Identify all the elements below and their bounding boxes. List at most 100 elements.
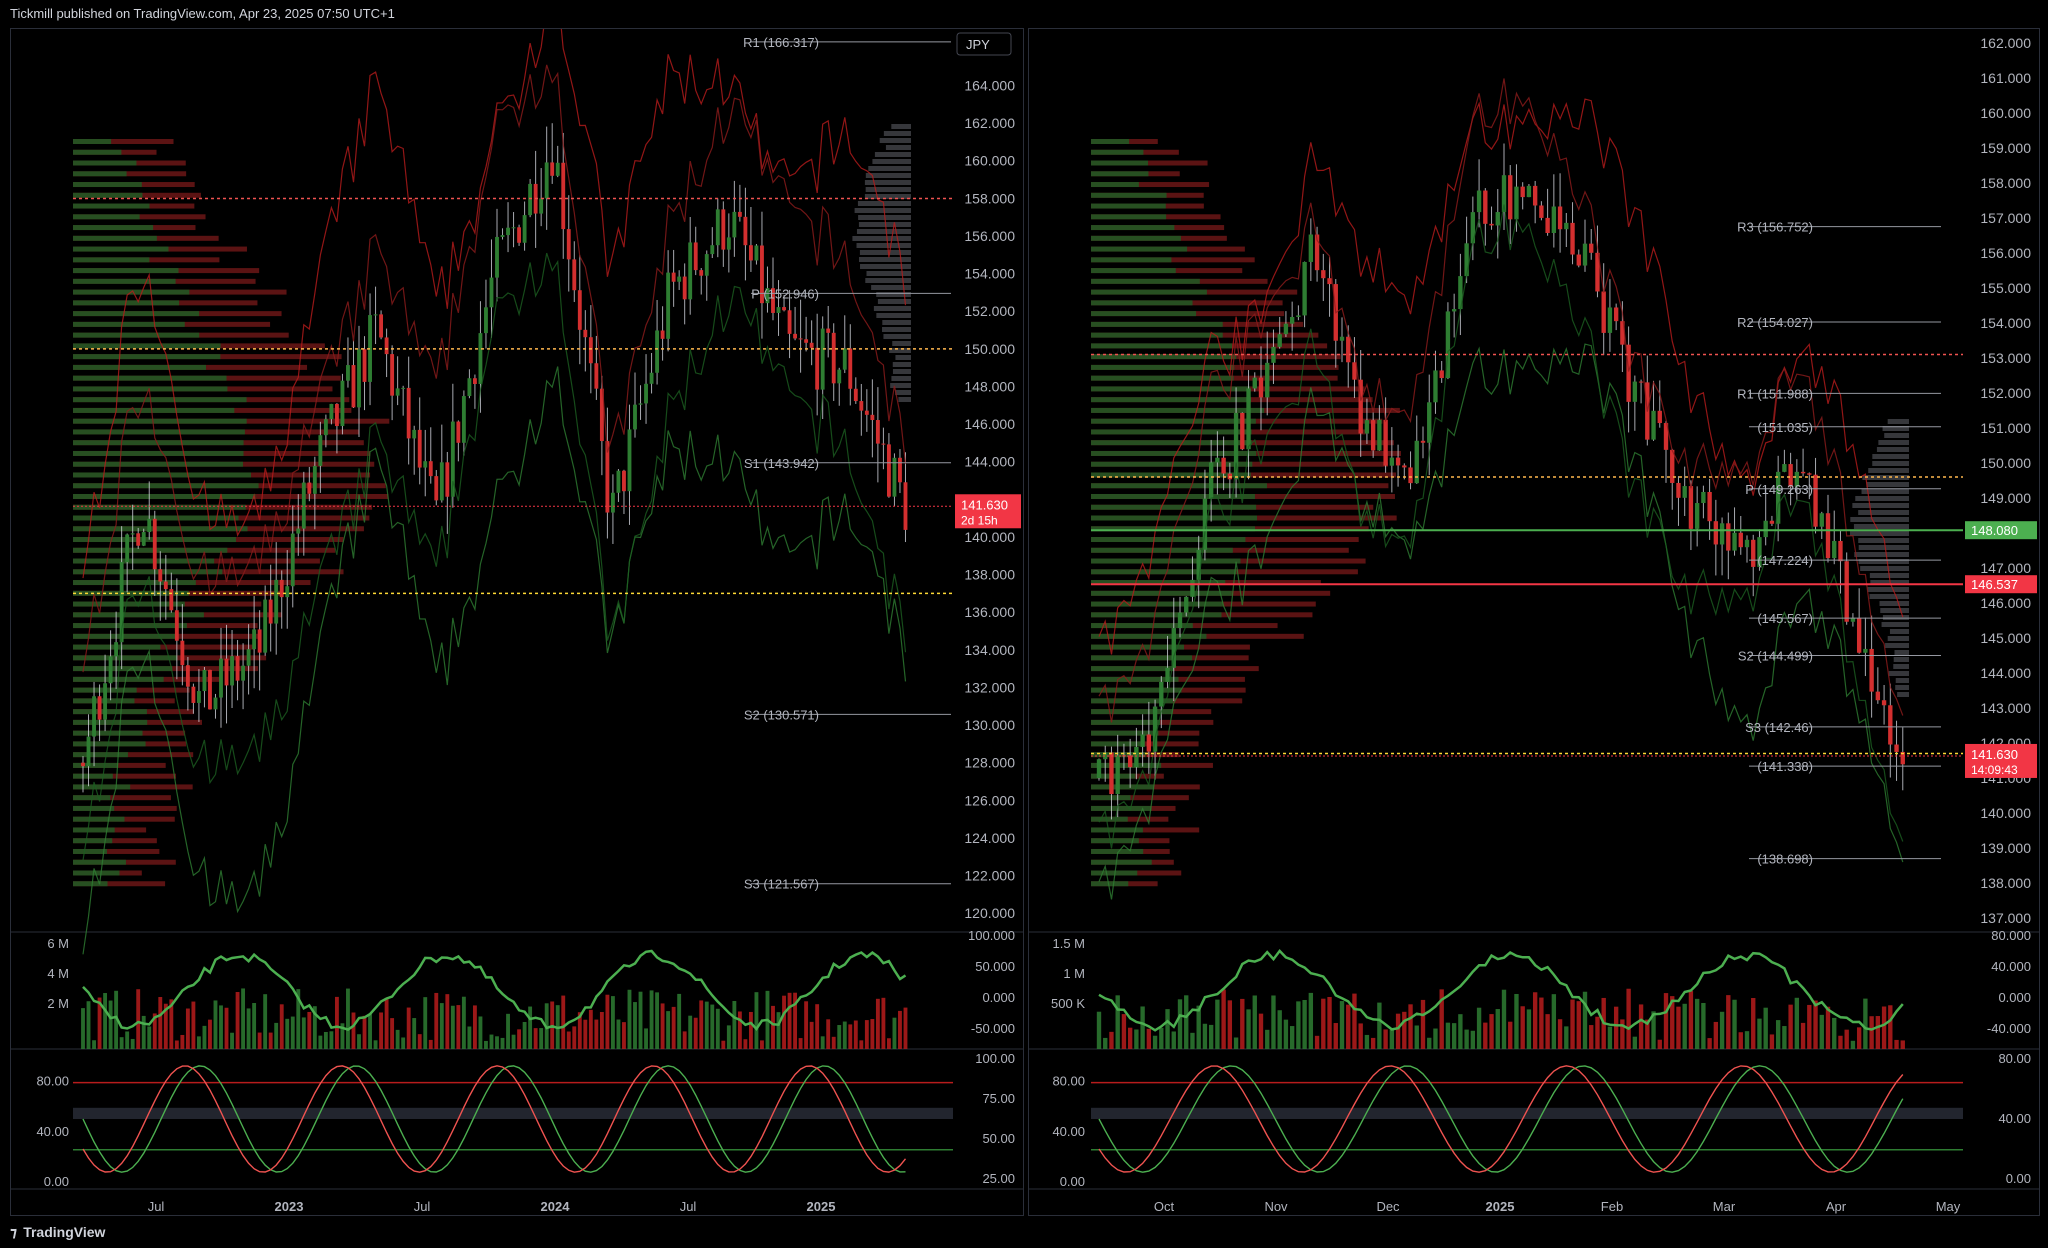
candle-body: [1096, 759, 1102, 778]
volume-bar: [1271, 995, 1276, 1049]
right-chart-panel[interactable]: 162.000 161.000 160.000 159.000 158.000 157.0…: [1028, 28, 2040, 1216]
volume-bar: [864, 1020, 869, 1049]
candle-body: [1782, 464, 1787, 472]
volume-bar: [130, 1038, 135, 1049]
volume-profile-bar: [1091, 268, 1176, 274]
volume-profile-bar: [876, 313, 911, 318]
volume-profile-bar: [73, 612, 204, 618]
volume-oscillator-axis-label: -50.000: [971, 1021, 1015, 1036]
pivot-label: (151.035): [1757, 420, 1813, 435]
candle-body: [1694, 503, 1700, 529]
candle-body: [1439, 370, 1444, 379]
candle-body: [185, 665, 190, 687]
price-tick-label: 159.000: [1980, 140, 2031, 156]
volume-profile-bar: [73, 450, 244, 456]
volume-profile-bar: [73, 149, 122, 155]
candle-body: [743, 216, 748, 246]
volume-profile-bar: [1854, 552, 1909, 557]
volume-bar: [721, 1040, 726, 1049]
time-axis-label: Oct: [1154, 1199, 1175, 1214]
tradingview-logo[interactable]: ⁊ TradingView: [10, 1224, 105, 1241]
candle-body: [1395, 457, 1401, 466]
volume-profile-bar: [1091, 483, 1267, 489]
candle-body: [892, 457, 897, 497]
volume-bar: [1383, 1029, 1388, 1049]
right-chart-svg[interactable]: 162.000 161.000 160.000 159.000 158.000 157.0…: [1029, 29, 2039, 1215]
volume-profile-bar: [1895, 678, 1909, 683]
volume-bar: [842, 1021, 847, 1049]
candle-body: [1451, 309, 1457, 312]
volume-profile-bar: [895, 390, 911, 395]
volume-bar: [539, 1028, 544, 1049]
volume-axis-label: 4 M: [47, 966, 69, 981]
volume-profile-bar: [1091, 881, 1129, 887]
candle-body: [881, 443, 886, 445]
volume-bar: [1582, 991, 1588, 1049]
stoch-right-axis-label: 40.00: [1998, 1111, 2031, 1126]
left-chart-panel[interactable]: 164.000 162.000 160.000 158.000 156.000 154.0…: [10, 0, 1024, 1216]
brand-label: TradingView: [23, 1224, 106, 1240]
volume-bar: [660, 1003, 665, 1049]
volume-bar: [798, 1038, 803, 1049]
candle-body: [782, 307, 786, 311]
candle-body: [1539, 205, 1544, 218]
candle-body: [219, 658, 223, 698]
candle-body: [136, 533, 141, 546]
candle-body: [577, 290, 582, 330]
volume-profile-bar: [73, 429, 245, 435]
candle-body: [323, 419, 328, 436]
volume-profile-bar: [859, 250, 911, 255]
candle-body: [1346, 336, 1351, 363]
candle-body: [594, 363, 599, 389]
candle-body: [103, 683, 108, 720]
volume-bar: [1109, 1031, 1114, 1049]
volume-profile-bar: [1887, 419, 1909, 424]
volume-profile-bar: [1888, 671, 1909, 676]
candle-body: [1476, 190, 1482, 213]
volume-bar: [903, 1007, 908, 1049]
volume-bar: [213, 1000, 218, 1049]
candle-body: [351, 365, 356, 408]
candle-body: [174, 610, 179, 641]
volume-bar: [627, 989, 632, 1049]
volume-bar: [1557, 1019, 1563, 1049]
volume-profile-bar: [73, 321, 185, 327]
volume-bar: [743, 1039, 748, 1049]
price-tick-label: 156.000: [964, 228, 1015, 244]
volume-bar: [710, 1004, 715, 1049]
volume-profile-bar: [891, 376, 911, 381]
volume-bar: [307, 1011, 312, 1049]
volume-bar: [522, 1021, 527, 1049]
candle-body: [1570, 222, 1575, 255]
candle-body: [401, 387, 406, 389]
price-tick-label: 140.000: [1980, 805, 2031, 821]
candle-body: [1545, 217, 1550, 233]
volume-bar: [1701, 1002, 1706, 1049]
candle-body: [864, 410, 869, 415]
volume-profile-bar: [73, 171, 127, 177]
volume-bar: [886, 1038, 891, 1049]
volume-profile-bar: [73, 773, 113, 779]
volume-profile-bar: [1091, 795, 1131, 801]
volume-profile-bar: [73, 719, 148, 725]
pivot-label: S2 (130.571): [744, 707, 819, 722]
candle-body: [1208, 462, 1214, 499]
candle-body: [213, 697, 218, 710]
volume-bar: [666, 1011, 671, 1049]
candle-body: [1607, 307, 1613, 333]
footer-bar: ⁊ TradingView: [0, 1218, 2048, 1248]
candle-body: [859, 401, 864, 411]
left-chart-svg[interactable]: 164.000 162.000 160.000 158.000 156.000 154.0…: [11, 0, 1023, 1215]
volume-bar: [119, 1037, 124, 1049]
price-tick-label: 128.000: [964, 755, 1015, 771]
volume-bar: [1339, 1001, 1345, 1049]
candle-body: [704, 254, 709, 276]
volume-profile-bar: [871, 285, 911, 290]
candle-body: [1813, 474, 1818, 527]
volume-profile-bar: [1876, 447, 1909, 452]
volume-profile-bar: [73, 762, 119, 768]
volume-profile-bar: [73, 268, 179, 274]
volume-bar: [445, 994, 450, 1049]
volume-profile-bar: [73, 311, 200, 317]
volume-bar: [610, 996, 615, 1049]
